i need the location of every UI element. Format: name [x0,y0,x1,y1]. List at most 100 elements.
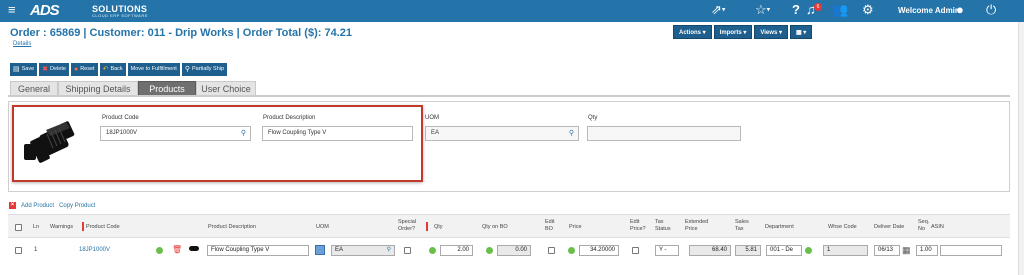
uom-search-icon[interactable]: ⚲ [569,127,574,140]
row-seq-no-input[interactable]: 1.00 [916,245,938,256]
move-to-fulfillment-button[interactable]: Move to Fulfillment [127,63,180,76]
ads-logo[interactable]: ADS SOLUTIONS CLOUD ERP SOFTWARE [30,3,147,19]
reset-label: Reset [80,66,95,72]
share-icon[interactable]: ⇗▾ [711,2,725,19]
header-tax-status-1[interactable]: Tax [655,219,664,225]
imports-dropdown[interactable]: Imports ▾ [713,25,753,39]
select-all-checkbox[interactable] [15,224,22,231]
partially-ship-button[interactable]: ⚲ Partially Ship [181,63,228,76]
close-icon[interactable]: × [9,202,16,209]
qty-field[interactable] [587,126,741,141]
uom-field[interactable]: EA ⚲ [425,126,579,141]
users-icon[interactable]: 👥 [832,2,848,18]
tab-general[interactable]: General [10,81,58,95]
row-qty-on-bo-input[interactable]: 0.00 [497,245,531,256]
page-title: Order : 65869 | Customer: 011 - Drip Wor… [10,27,352,39]
details-link[interactable]: Details [13,41,31,47]
tab-user-choice[interactable]: User Choice [196,81,256,95]
delete-label: Delete [50,66,66,72]
page-scrollbar[interactable] [1018,22,1024,275]
save-button[interactable]: ▤ Save [10,63,38,76]
header-special-order-2[interactable]: Order? [398,226,415,232]
hamburger-menu-icon[interactable]: ≡ [8,3,16,17]
header-sales-tax-2[interactable]: Tax [735,226,744,232]
copy-product-link[interactable]: Copy Product [59,203,95,209]
header-qty[interactable]: Qty [434,224,443,230]
header-edit-price-2[interactable]: Price? [630,226,646,232]
user-circle-icon[interactable]: ● [956,2,964,18]
header-product-code[interactable]: Product Code [86,224,120,230]
table-row: 1 18JP1000V 🗑 Flow Coupling Type V EA ⚲ 2… [8,238,1010,262]
row-sales-tax: 5.81 [735,245,761,256]
views-dropdown[interactable]: Views ▾ [754,25,788,39]
row-department-icon[interactable] [805,247,812,254]
header-tax-status-2[interactable]: Status [655,226,671,232]
row-uom-input[interactable]: EA ⚲ [331,245,395,256]
row-ln: 1 [34,247,38,253]
back-button[interactable]: ↶ Back [99,63,126,76]
header-seq-no-1[interactable]: Seq. [918,219,929,225]
row-whse-code-input[interactable]: 1 [823,245,868,256]
header-edit-bo-1[interactable]: Edit [545,219,554,225]
row-image-icon[interactable] [315,245,325,255]
products-table-header: Ln Warnings Product Code Product Descrip… [8,214,1010,238]
tab-products[interactable]: Products [138,81,196,95]
row-special-order-checkbox[interactable] [404,247,411,254]
header-special-order-1[interactable]: Special [398,219,416,225]
uom-value: EA [431,130,440,136]
row-checkbox[interactable] [15,247,22,254]
grid-dropdown[interactable]: ▦ ▾ [789,25,813,39]
tab-shipping-details[interactable]: Shipping Details [58,81,138,95]
header-department[interactable]: Department [765,224,794,230]
row-edit-bo-checkbox[interactable] [548,247,555,254]
calendar-icon[interactable]: ▦ [902,245,911,256]
row-department-select[interactable]: 001 - De [766,245,802,256]
row-refresh-icon[interactable] [156,247,163,254]
header-qty-on-bo[interactable]: Qty on BO [482,224,508,230]
power-icon[interactable]: ⏻ [986,2,996,18]
row-qty-bo-icon[interactable] [486,247,493,254]
save-label: Save [21,66,35,72]
row-product-code-link[interactable]: 18JP1000V [79,247,110,253]
gear-icon[interactable]: ⚙ [862,2,874,18]
row-extended-price: 68.40 [689,245,731,256]
header-edit-price-1[interactable]: Edit [630,219,639,225]
header-price[interactable]: Price [569,224,582,230]
search-icon: ⚲ [184,66,190,73]
header-whse-code[interactable]: Whse Code [828,224,857,230]
reset-button[interactable]: ● Reset [70,63,98,76]
actions-dropdown[interactable]: Actions ▾ [673,25,712,39]
header-deliver-date[interactable]: Deliver Date [874,224,904,230]
header-sales-tax-1[interactable]: Sales [735,219,749,225]
header-extended-price-2[interactable]: Price [685,226,698,232]
row-edit-price-checkbox[interactable] [632,247,639,254]
row-price-icon[interactable] [568,247,575,254]
row-qty-icon[interactable] [429,247,436,254]
add-product-link[interactable]: Add Product [21,203,54,209]
header-extended-price-1[interactable]: Extended [685,219,708,225]
row-description-input[interactable]: Flow Coupling Type V [207,245,309,256]
row-tax-status-select[interactable]: Y - [655,245,679,256]
header-asin[interactable]: ASIN [931,224,944,230]
star-icon[interactable]: ☆▾ [755,2,770,19]
row-qty-input[interactable]: 2.00 [440,245,473,256]
row-product-thumbnail [189,246,199,251]
delete-button[interactable]: ✖ Delete [39,63,69,76]
row-deliver-date-input[interactable]: 06/13 [874,245,900,256]
header-warnings[interactable]: Warnings [50,224,73,230]
row-uom-search-icon[interactable]: ⚲ [387,246,391,255]
header-seq-no-2[interactable]: No [918,226,925,232]
header-divider [82,222,84,231]
row-asin-input[interactable] [940,245,1002,256]
move-label: Move to Fulfillment [130,66,177,72]
trash-icon[interactable]: 🗑 [172,245,182,254]
help-icon[interactable]: ? [792,2,800,18]
header-edit-bo-2[interactable]: BO [545,226,553,232]
welcome-text[interactable]: Welcome Admin [898,6,960,15]
right-action-buttons: Actions ▾ Imports ▾ Views ▾ ▦ ▾ [673,25,813,39]
header-ln[interactable]: Ln [33,224,39,230]
header-product-description[interactable]: Product Description [208,224,256,230]
row-price-input[interactable]: 34.20000 [579,245,619,256]
header-uom[interactable]: UOM [316,224,329,230]
qty-required-marker [426,222,428,231]
